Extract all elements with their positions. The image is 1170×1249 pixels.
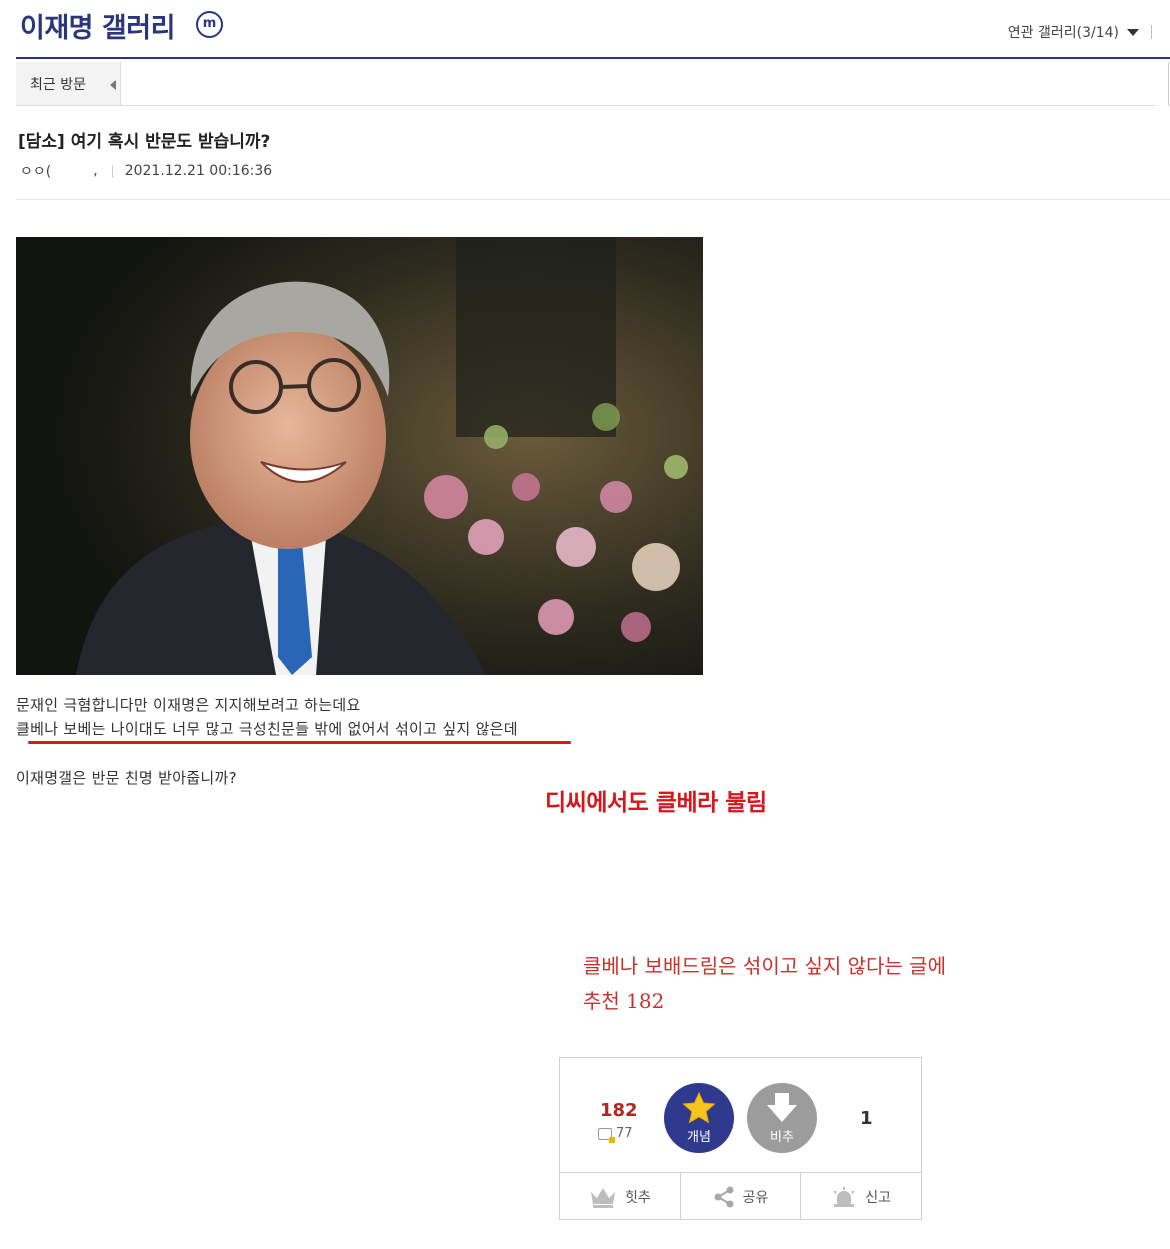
fixed-user-icon (598, 1127, 615, 1143)
caret-down-icon (1127, 28, 1139, 36)
fixed-upvote-count: 77 (616, 1126, 633, 1141)
upvote-button[interactable]: 개념 (664, 1083, 734, 1153)
post-title: [담소] 여기 혹시 반문도 받습니까? (18, 132, 271, 152)
post-line-2: 클베나 보베는 나이대도 너무 많고 극성친문들 밖에 없어서 섞이고 싶지 않… (16, 720, 518, 738)
fixed-upvote-row: 77 (598, 1126, 633, 1143)
star-icon (682, 1092, 716, 1124)
author-name[interactable]: ㅇㅇ( (20, 161, 51, 181)
upvote-label: 개념 (687, 1130, 711, 1145)
divider (16, 199, 1170, 200)
annotation-line-2: 추천 182 (583, 989, 665, 1013)
share-button[interactable]: 공유 (681, 1173, 802, 1220)
author-ip-tail: , (93, 163, 98, 179)
recent-visits-list (120, 62, 1155, 105)
downvote-label: 비추 (770, 1130, 794, 1145)
siren-icon (833, 1186, 856, 1207)
recent-visits-bar: 최근 방문 (16, 62, 1155, 106)
minor-gallery-badge-icon: m (196, 11, 223, 38)
hit-recommend-label: 힛추 (624, 1189, 651, 1206)
downvote-button[interactable]: 비추 (747, 1083, 817, 1153)
vote-actions: 힛추 공유 신고 (560, 1172, 921, 1220)
post-date: 2021.12.21 00:16:36 (124, 163, 273, 179)
divider (111, 164, 113, 178)
chevron-left-icon[interactable] (110, 80, 116, 90)
post-line-3: 이재명갤은 반문 친명 받아줍니까? (16, 769, 237, 787)
vote-top: 182 77 개념 비추 1 (560, 1058, 921, 1172)
report-label: 신고 (865, 1189, 892, 1206)
divider (1151, 25, 1152, 39)
share-icon (714, 1186, 734, 1207)
arrow-down-icon (767, 1093, 797, 1122)
post-photo[interactable] (16, 237, 703, 675)
recent-visits-label[interactable]: 최근 방문 (30, 74, 86, 94)
gallery-title[interactable]: 이재명 갤러리 (20, 6, 175, 45)
hit-recommend-button[interactable]: 힛추 (560, 1173, 681, 1220)
vote-box: 182 77 개념 비추 1 힛추 공유 신고 (559, 1057, 922, 1220)
divider (1168, 62, 1169, 106)
author-ip-redacted (51, 164, 94, 178)
share-label: 공유 (742, 1189, 769, 1206)
downvote-count: 1 (860, 1108, 873, 1129)
upvote-count: 182 (600, 1100, 638, 1121)
header-rule (16, 57, 1170, 59)
crown-icon (590, 1187, 615, 1208)
report-button[interactable]: 신고 (801, 1173, 921, 1220)
annotation-bold: 디씨에서도 클베라 불림 (545, 790, 767, 816)
related-galleries-label: 연관 갤러리(3/14) (1007, 25, 1119, 41)
red-underline (28, 741, 571, 744)
annotation-line-1: 클베나 보배드림은 섞이고 싶지 않다는 글에 (583, 954, 946, 978)
post-line-1: 문재인 극혐합니다만 이재명은 지지해보려고 하는데요 (16, 696, 361, 714)
related-galleries-dropdown[interactable]: 연관 갤러리(3/14) (1008, 22, 1152, 42)
post-meta: ㅇㅇ( , 2021.12.21 00:16:36 (20, 161, 272, 181)
